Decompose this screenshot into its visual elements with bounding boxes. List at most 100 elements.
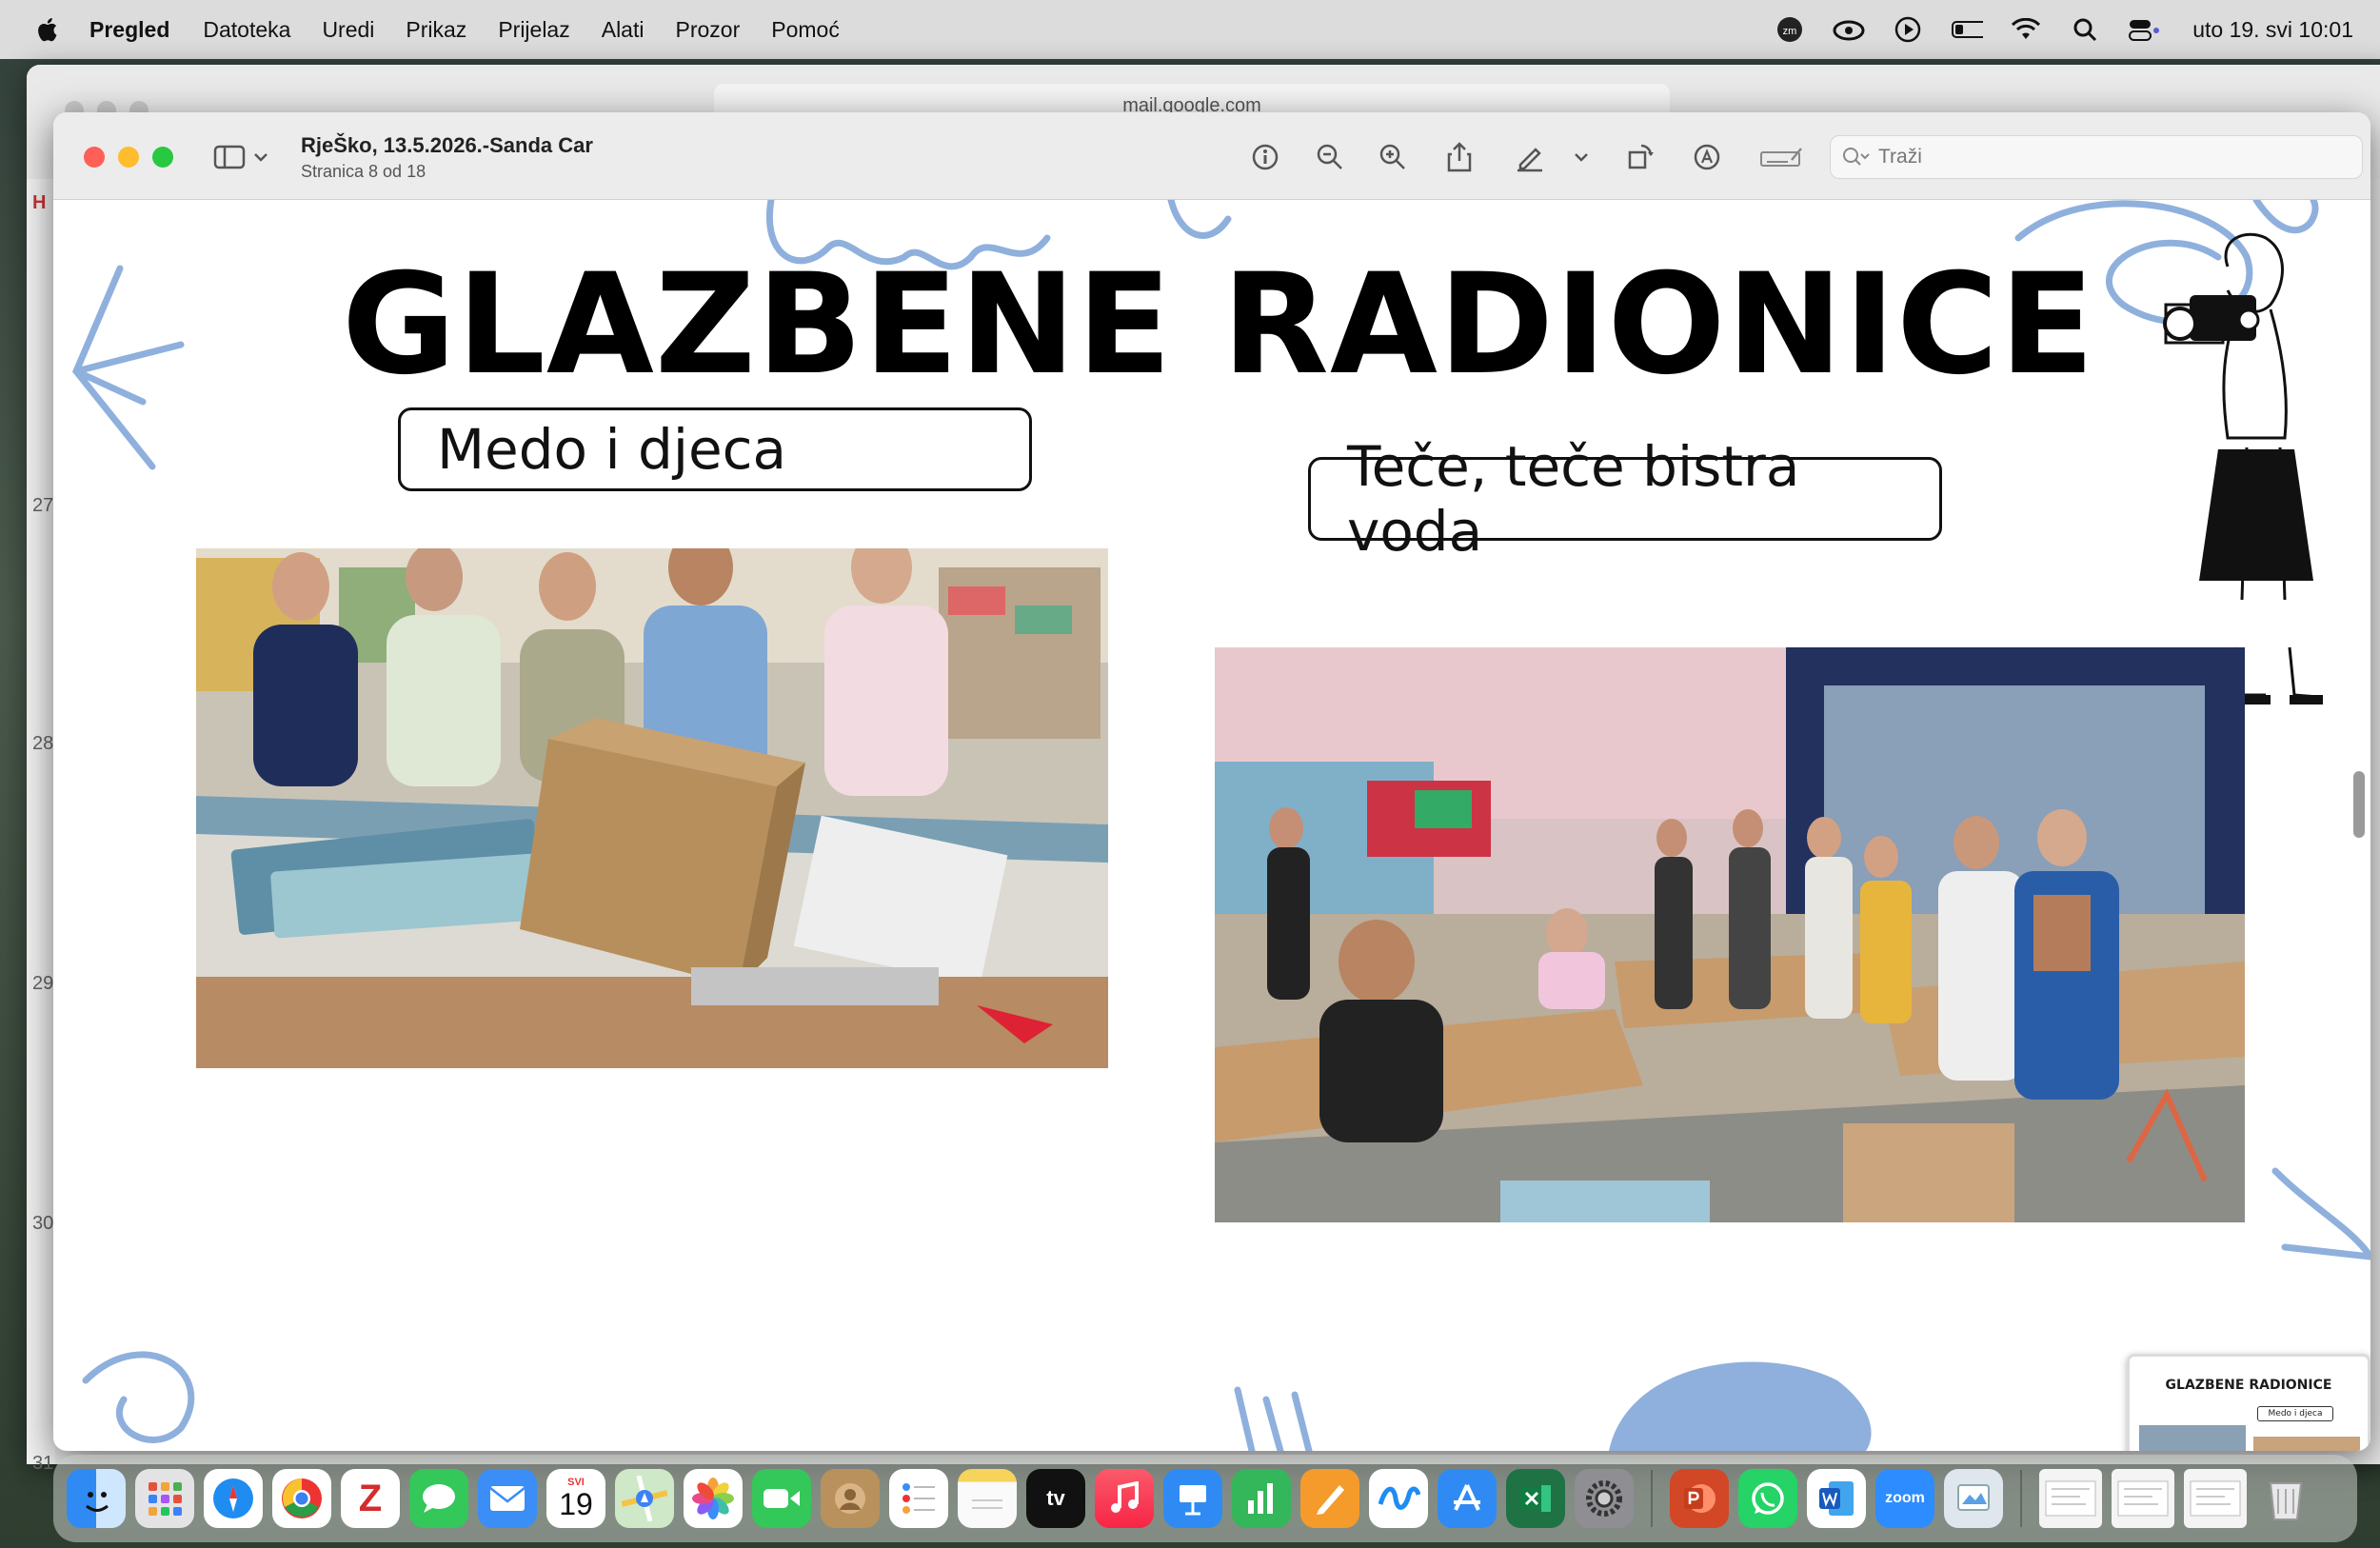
form-fill-icon[interactable]	[1757, 139, 1805, 175]
page-indicator: Stranica 8 od 18	[301, 162, 426, 181]
contacts-icon[interactable]	[821, 1469, 880, 1528]
sidebar-icon	[213, 145, 246, 169]
side-date-30: 30	[32, 1213, 54, 1234]
info-icon[interactable]	[1247, 139, 1283, 175]
word-icon[interactable]	[1807, 1469, 1866, 1528]
mail-icon[interactable]	[478, 1469, 537, 1528]
label-right-text: Teče, teče bistra voda	[1347, 434, 1800, 564]
creative-cloud-icon[interactable]	[1833, 15, 1865, 44]
dock-separator	[1651, 1470, 1653, 1527]
menu-clock[interactable]: uto 19. svi 10:01	[2192, 17, 2353, 43]
zoom-status-icon[interactable]: zm	[1774, 15, 1806, 44]
svg-text:zm: zm	[1783, 26, 1797, 37]
keynote-icon[interactable]	[1163, 1469, 1222, 1528]
menu-help[interactable]: Pomoć	[771, 17, 840, 43]
thumbnail-label: Medo i djeca	[2257, 1406, 2333, 1421]
finder-icon[interactable]	[67, 1469, 126, 1528]
markup-pen-icon[interactable]	[1512, 139, 1548, 175]
safari-side-panel: H 27 28 29 30 31	[27, 179, 55, 1474]
zoom-out-icon[interactable]	[1312, 139, 1348, 175]
rotate-icon[interactable]	[1622, 139, 1658, 175]
preview-window[interactable]: RjeŠko, 13.5.2026.-Sanda Car Stranica 8 …	[53, 112, 2370, 1451]
menu-edit[interactable]: Uredi	[322, 17, 374, 43]
menu-window[interactable]: Prozor	[675, 17, 740, 43]
whatsapp-icon[interactable]	[1738, 1469, 1797, 1528]
spotlight-search-icon[interactable]	[2069, 15, 2101, 44]
safari-icon[interactable]	[204, 1469, 263, 1528]
preview-toolbar: RjeŠko, 13.5.2026.-Sanda Car Stranica 8 …	[53, 112, 2370, 200]
preview-app-icon[interactable]	[1944, 1469, 2003, 1528]
search-input[interactable]	[1878, 146, 2335, 169]
wifi-icon[interactable]	[2010, 15, 2042, 44]
apple-menu-icon[interactable]	[32, 15, 61, 44]
thumbnail-photo-left	[2139, 1425, 2246, 1451]
page-thumbnail[interactable]: GLAZBENE RADIONICE Medo i djeca	[2127, 1354, 2370, 1451]
menu-tools[interactable]: Alati	[602, 17, 645, 43]
close-button[interactable]	[84, 147, 105, 168]
music-icon[interactable]	[1095, 1469, 1154, 1528]
sidebar-toggle-button[interactable]	[213, 141, 276, 173]
window-controls	[84, 147, 173, 168]
numbers-icon[interactable]	[1232, 1469, 1291, 1528]
side-date-31: 31	[32, 1453, 54, 1474]
menu-app-name[interactable]: Pregled	[89, 17, 169, 43]
powerpoint-icon[interactable]	[1670, 1469, 1729, 1528]
trash-icon[interactable]	[2256, 1469, 2315, 1528]
battery-icon[interactable]	[1951, 15, 1984, 44]
markup-chevron-icon[interactable]	[1563, 139, 1599, 175]
launchpad-icon[interactable]	[135, 1469, 194, 1528]
recent-document-1-icon[interactable]	[2039, 1469, 2102, 1528]
maps-icon[interactable]	[615, 1469, 674, 1528]
chrome-icon[interactable]	[272, 1469, 331, 1528]
notes-icon[interactable]	[958, 1469, 1017, 1528]
vertical-scrollbar[interactable]	[2353, 771, 2365, 838]
side-date-28: 28	[32, 733, 54, 754]
menu-bar: Pregled Datoteka Uredi Prikaz Prijelaz A…	[0, 0, 2380, 59]
minimize-button[interactable]	[118, 147, 139, 168]
reminders-icon[interactable]	[889, 1469, 948, 1528]
thumbnail-photo-right	[2253, 1437, 2360, 1451]
recent-document-2-icon[interactable]	[2112, 1469, 2174, 1528]
side-date-27: 27	[32, 495, 54, 516]
dock: Z SVI 19 tv zoom	[53, 1455, 2357, 1542]
thumbnail-title: GLAZBENE RADIONICE	[2165, 1378, 2332, 1393]
facetime-icon[interactable]	[752, 1469, 811, 1528]
play-icon[interactable]	[1892, 15, 1924, 44]
zoom-label: zoom	[1885, 1490, 1925, 1506]
side-date-29: 29	[32, 973, 54, 994]
slide-title: GLAZBENE RADIONICE	[342, 244, 2095, 406]
side-letter: H	[32, 192, 47, 213]
recent-document-3-icon[interactable]	[2184, 1469, 2247, 1528]
menu-view[interactable]: Prikaz	[406, 17, 466, 43]
calendar-day: 19	[559, 1487, 593, 1521]
menu-file[interactable]: Datoteka	[203, 17, 290, 43]
apple-tv-icon[interactable]: tv	[1026, 1469, 1085, 1528]
photo-medo-i-djeca	[196, 548, 1108, 1068]
zotero-icon[interactable]: Z	[341, 1469, 400, 1528]
excel-icon[interactable]	[1506, 1469, 1565, 1528]
app-store-icon[interactable]	[1438, 1469, 1497, 1528]
dock-separator-2	[2020, 1470, 2022, 1527]
label-medo-i-djeca: Medo i djeca	[398, 407, 1032, 491]
search-field[interactable]	[1830, 135, 2363, 179]
fullscreen-button[interactable]	[152, 147, 173, 168]
document-title: RjeŠko, 13.5.2026.-Sanda Car	[301, 133, 593, 157]
zoom-icon[interactable]: zoom	[1875, 1469, 1934, 1528]
photo-tece-bistra-voda	[1215, 647, 2245, 1222]
photos-icon[interactable]	[684, 1469, 743, 1528]
zoom-in-icon[interactable]	[1375, 139, 1411, 175]
slide-page: GLAZBENE RADIONICE Medo i djeca Teče, te…	[67, 200, 2370, 1451]
messages-icon[interactable]	[409, 1469, 468, 1528]
menu-go[interactable]: Prijelaz	[498, 17, 569, 43]
apple-tv-label: tv	[1046, 1486, 1065, 1510]
share-icon[interactable]	[1441, 139, 1478, 175]
system-settings-icon[interactable]	[1575, 1469, 1634, 1528]
label-left-text: Medo i djeca	[437, 417, 787, 482]
annotate-icon[interactable]	[1689, 139, 1725, 175]
label-tece-bistra-voda: Teče, teče bistra voda	[1308, 434, 1942, 564]
calendar-icon[interactable]: SVI 19	[546, 1469, 605, 1528]
freeform-icon[interactable]	[1369, 1469, 1428, 1528]
control-center-icon[interactable]	[2128, 15, 2160, 44]
search-icon	[1843, 148, 1870, 166]
pages-icon[interactable]	[1300, 1469, 1359, 1528]
